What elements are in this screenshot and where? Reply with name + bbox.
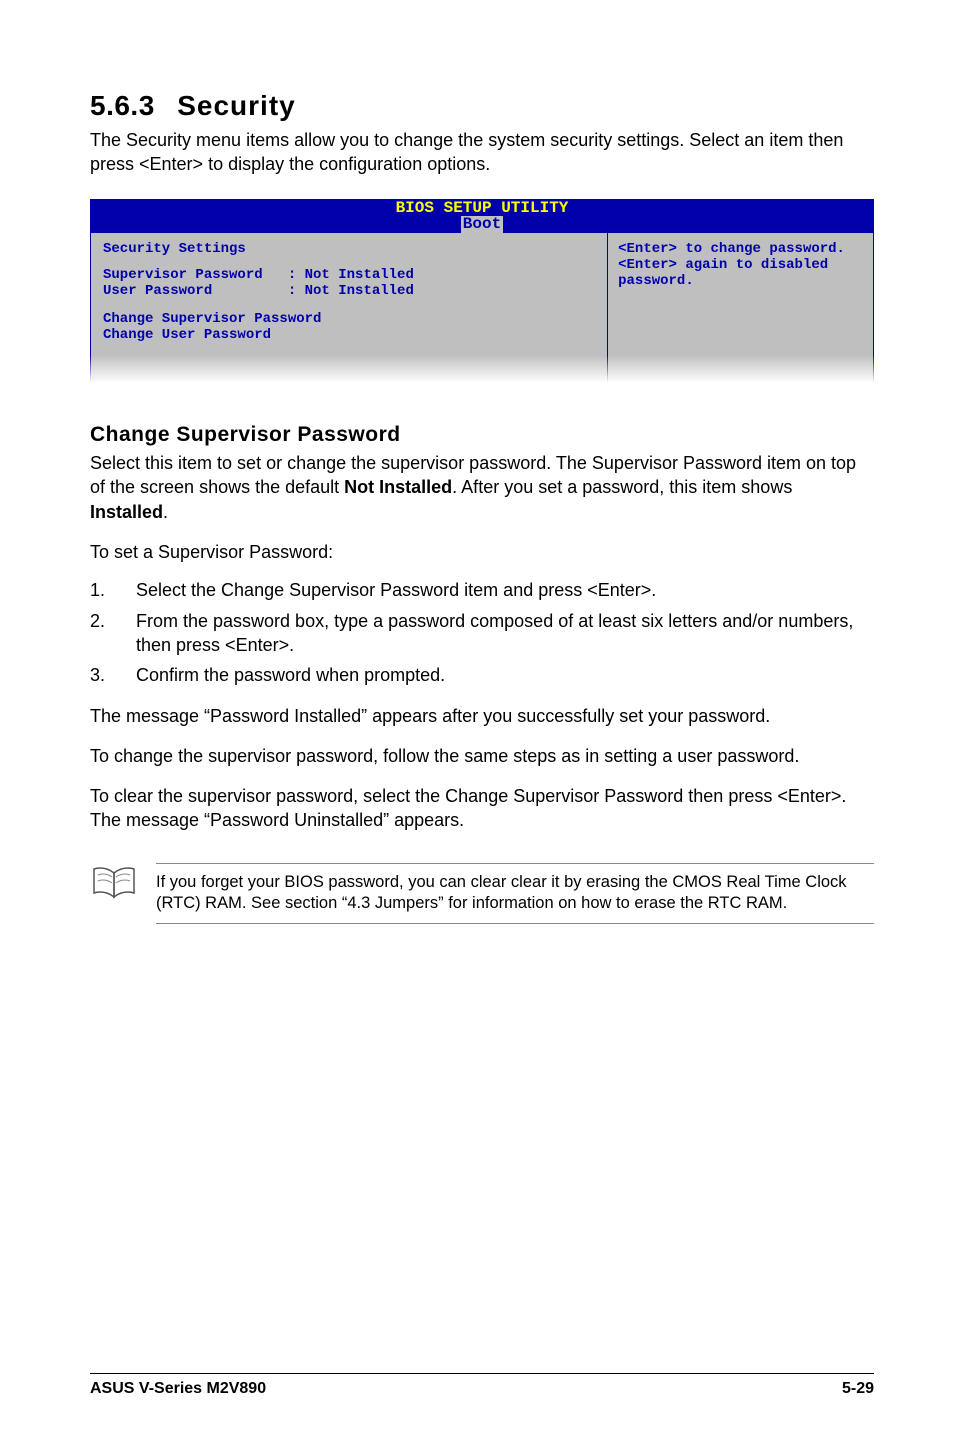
- step-text: Select the Change Supervisor Password it…: [136, 578, 874, 602]
- bios-header: BIOS SETUP UTILITY Boot: [90, 199, 874, 234]
- paragraph-2: To set a Supervisor Password:: [90, 540, 874, 564]
- intro-paragraph: The Security menu items allow you to cha…: [90, 128, 874, 177]
- paragraph-5: To clear the supervisor password, select…: [90, 784, 874, 833]
- p1-bold-not-installed: Not Installed: [344, 477, 452, 497]
- steps-list: 1. Select the Change Supervisor Password…: [90, 578, 874, 687]
- bios-row-user: User Password : Not Installed: [103, 283, 595, 299]
- fade-overlay: [90, 355, 874, 383]
- step-text: Confirm the password when prompted.: [136, 663, 874, 687]
- section-number: 5.6.3: [90, 90, 155, 121]
- bios-row-change-user: Change User Password: [103, 327, 595, 343]
- step-number: 1.: [90, 578, 136, 602]
- subheading-change-supervisor: Change Supervisor Password: [90, 423, 874, 447]
- bios-tab-boot: Boot: [461, 216, 503, 233]
- bios-section-heading: Security Settings: [103, 241, 595, 257]
- note-block: If you forget your BIOS password, you ca…: [90, 863, 874, 924]
- paragraph-3: The message “Password Installed” appears…: [90, 704, 874, 728]
- p1-text-b: . After you set a password, this item sh…: [452, 477, 792, 497]
- note-text: If you forget your BIOS password, you ca…: [156, 863, 874, 924]
- step-text: From the password box, type a password c…: [136, 609, 874, 658]
- footer-left: ASUS V-Series M2V890: [90, 1380, 266, 1398]
- bios-row-change-supervisor: Change Supervisor Password: [103, 311, 595, 327]
- p1-text-c: .: [163, 502, 168, 522]
- list-item: 1. Select the Change Supervisor Password…: [90, 578, 874, 602]
- bios-row-supervisor: Supervisor Password : Not Installed: [103, 267, 595, 283]
- bios-screenshot: BIOS SETUP UTILITY Boot Security Setting…: [90, 199, 874, 384]
- footer-right: 5-29: [842, 1380, 874, 1398]
- p1-bold-installed: Installed: [90, 502, 163, 522]
- step-number: 3.: [90, 663, 136, 687]
- list-item: 2. From the password box, type a passwor…: [90, 609, 874, 658]
- list-item: 3. Confirm the password when prompted.: [90, 663, 874, 687]
- page-footer: ASUS V-Series M2V890 5-29: [90, 1373, 874, 1398]
- note-icon: [90, 863, 138, 908]
- section-title: Security: [177, 90, 296, 121]
- step-number: 2.: [90, 609, 136, 658]
- paragraph-1: Select this item to set or change the su…: [90, 451, 874, 524]
- paragraph-4: To change the supervisor password, follo…: [90, 744, 874, 768]
- bios-title: BIOS SETUP UTILITY: [90, 200, 874, 217]
